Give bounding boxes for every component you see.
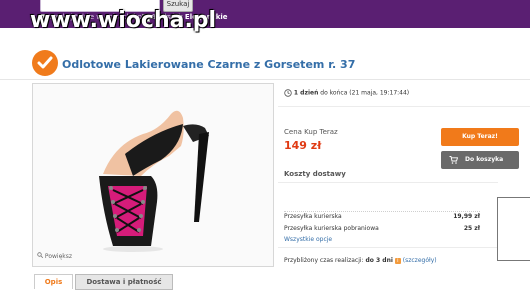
time-left-end: do końca (21 maja, 19:17:44) — [318, 89, 410, 97]
zoom-label: Powiększ — [44, 253, 73, 260]
shipping-option-price: 25 zł — [463, 225, 480, 232]
realization-value: do 3 dni — [365, 257, 393, 264]
shipping-option-name: Przesyłka kurierska — [284, 213, 342, 220]
zoom-icon — [37, 252, 44, 259]
time-left: 1 dzień do końca (21 maja, 19:17:44) — [284, 89, 409, 97]
all-shipping-options-link[interactable]: Wszystkie opcje — [284, 236, 332, 243]
divider — [278, 106, 530, 107]
buy-now-button[interactable]: Kup Teraz! — [441, 128, 519, 146]
cart-icon — [449, 156, 458, 164]
info-icon[interactable]: i — [394, 257, 401, 264]
time-left-days: 1 dzień — [293, 89, 319, 97]
shipping-option-name: Przesyłka kurierska pobraniowa — [284, 225, 379, 232]
tab-description[interactable]: Opis — [34, 274, 73, 289]
add-to-cart-button[interactable]: Do koszyka — [441, 151, 519, 169]
check-icon — [32, 50, 58, 76]
product-image[interactable]: Powiększ — [32, 83, 274, 267]
shipping-row: Przesyłka kurierska pobraniowa 25 zł — [284, 225, 480, 234]
shipping-option-price: 19,99 zł — [453, 213, 480, 220]
realization-time: Przybliżony czas realizacji: do 3 dni i … — [284, 257, 437, 264]
side-panel — [497, 197, 530, 261]
divider — [278, 182, 498, 183]
price-value: 149 zł — [284, 139, 322, 152]
clock-icon — [284, 89, 292, 97]
tab-delivery-payment[interactable]: Dostawa i płatność — [75, 274, 173, 290]
title-row: Odlotowe Lakierowane Czarne z Gorsetem r… — [0, 45, 530, 80]
add-to-cart-label: Do koszyka — [465, 156, 504, 163]
shipping-row: Przesyłka kurierska 19,99 zł — [284, 213, 480, 222]
shipping-header: Koszty dostawy — [284, 170, 346, 178]
watermark: www.wiocha.pl — [30, 8, 217, 33]
divider — [278, 247, 498, 248]
price-label: Cena Kup Teraz — [284, 128, 338, 136]
page-title: Odlotowe Lakierowane Czarne z Gorsetem r… — [62, 58, 356, 71]
realization-label: Przybliżony czas realizacji: — [284, 257, 366, 264]
realization-details-link[interactable]: (szczegóły) — [403, 257, 437, 264]
zoom-link[interactable]: Powiększ — [37, 252, 72, 260]
